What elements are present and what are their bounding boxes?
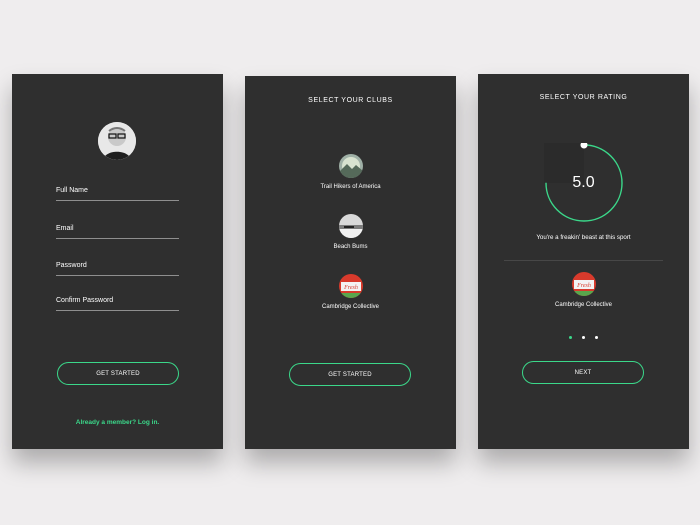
password-label: Password [56,262,87,269]
confirm-password-label: Confirm Password [56,297,114,304]
rating-message: You're a freakin' beast at this sport [536,234,631,241]
signup-screen: Full Name Email Password Confirm Passwor… [12,74,223,449]
page-dot-active[interactable] [568,336,572,339]
email-field[interactable]: Email [56,225,179,239]
fresh-badge-icon: Fresh [571,272,596,296]
club-name: Beach Bums [333,244,368,250]
page-dot[interactable] [595,336,599,339]
next-button[interactable]: NEXT [522,361,644,384]
password-underline [56,275,179,276]
selected-club[interactable]: Fresh Cambridge Collective [478,272,689,308]
club-item[interactable]: Fresh Cambridge Collective [245,274,456,310]
club-name: Cambridge Collective [321,304,380,310]
avatar[interactable] [98,122,136,160]
club-item[interactable]: Beach Bums [245,214,456,250]
email-label: Email [56,225,74,232]
password-field[interactable]: Password [56,262,179,276]
get-started-button[interactable]: GET STARTED [57,362,179,385]
club-name: Cambridge Collective [554,302,613,308]
email-underline [56,238,179,239]
full-name-field[interactable]: Full Name [56,187,179,201]
pagination-dots [478,326,689,344]
beach-icon [338,214,363,238]
page-dot[interactable] [582,336,585,339]
svg-text:Fresh: Fresh [343,285,358,291]
rating-value: 5.0 [572,174,595,191]
mountain-icon [338,154,363,178]
divider [504,260,663,261]
rating-title: SELECT YOUR RATING [539,94,628,101]
clubs-screen: SELECT YOUR CLUBS Trail Hikers of Americ… [245,76,456,449]
rating-screen: SELECT YOUR RATING 5.0 You're a freakin'… [478,74,689,449]
club-name: Trail Hikers of America [320,184,381,190]
confirm-password-field[interactable]: Confirm Password [56,297,179,311]
confirm-password-underline [56,310,179,311]
full-name-underline [56,200,179,201]
svg-text:Fresh: Fresh [576,283,591,289]
fresh-badge-icon: Fresh [338,274,363,298]
login-link[interactable]: Already a member? Log in. [12,419,223,426]
full-name-label: Full Name [56,187,88,194]
club-item[interactable]: Trail Hikers of America [245,154,456,190]
get-started-button[interactable]: GET STARTED [289,363,411,386]
clubs-title: SELECT YOUR CLUBS [308,97,393,104]
